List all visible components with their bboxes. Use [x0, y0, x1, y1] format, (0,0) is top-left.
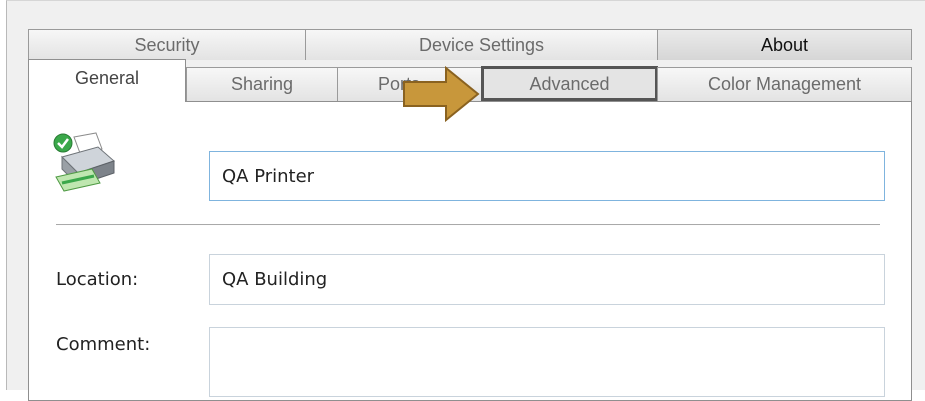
tab-about[interactable]: About — [657, 29, 912, 60]
tab-label: Advanced — [529, 73, 610, 94]
tab-color-management[interactable]: Color Management — [657, 67, 912, 101]
tab-label: General — [74, 68, 140, 88]
tab-label: Device Settings — [418, 34, 545, 55]
tab-sharing[interactable]: Sharing — [186, 67, 338, 101]
printer-name-input[interactable]: QA Printer — [209, 151, 885, 201]
tab-security[interactable]: Security — [28, 29, 306, 60]
tab-label: Color Management — [707, 74, 862, 94]
tab-label: Security — [134, 34, 200, 55]
tab-label: About — [760, 34, 809, 55]
comment-input[interactable] — [209, 327, 885, 397]
separator — [56, 224, 880, 226]
location-label: Location: — [56, 269, 139, 290]
tab-general[interactable]: General — [28, 59, 186, 102]
location-input[interactable]: QA Building — [209, 254, 885, 305]
comment-label: Comment: — [56, 334, 151, 355]
printer-ready-icon — [53, 132, 115, 192]
tab-advanced[interactable]: Advanced — [481, 66, 658, 101]
tab-device-settings[interactable]: Device Settings — [305, 29, 658, 60]
arrow-right-icon — [403, 66, 480, 122]
tab-label: Sharing — [230, 74, 294, 94]
